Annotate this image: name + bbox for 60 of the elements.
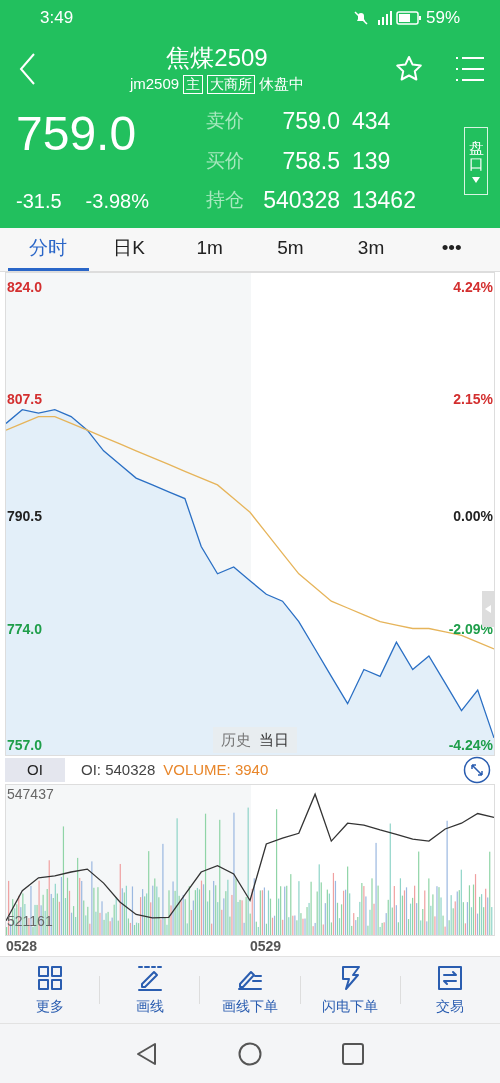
toolbar-button[interactable]: 画线 — [100, 963, 200, 1017]
quote-price: 758.5 — [281, 146, 340, 176]
toggle-option[interactable]: 当日 — [259, 728, 289, 751]
pencil-icon — [135, 963, 164, 992]
toggle-option[interactable]: 历史 — [221, 728, 251, 751]
quote-quantity: 434 — [352, 107, 391, 137]
percent-axis-label: 0.00% — [453, 506, 493, 525]
recents-nav-icon[interactable] — [342, 1042, 364, 1065]
percent-axis-label: 2.15% — [453, 390, 493, 409]
timeframe-tab[interactable]: 日K — [88, 228, 170, 271]
tag: 大商所 — [207, 74, 256, 94]
toolbar-button[interactable]: 更多 — [0, 963, 100, 1017]
price-axis-label: 774.0 — [7, 619, 43, 638]
oi-axis-label: 521161 — [7, 912, 53, 930]
battery-level: 59% — [425, 7, 460, 30]
quote-label: 买价 — [206, 148, 245, 173]
contract-code: jm2509 — [129, 73, 180, 94]
price-axis-label: 807.5 — [7, 390, 43, 409]
price-axis-label: 757.0 — [7, 735, 43, 754]
toolbar-button[interactable]: 闪电下单 — [300, 963, 400, 1017]
indicator-selector[interactable]: OI — [5, 758, 65, 782]
tag: 主 — [183, 74, 204, 94]
history-toggle[interactable]: 历史 当日 — [213, 726, 297, 753]
quote-price: 540328 — [262, 186, 340, 216]
price-axis-label: 790.5 — [7, 506, 43, 525]
price-axis-label: 824.0 — [7, 277, 43, 296]
quote-label: 卖价 — [206, 109, 245, 134]
session-status: 休盘中 — [259, 73, 305, 94]
price-change: -31.5 — [16, 189, 62, 214]
timeframe-tab[interactable]: 3m — [330, 228, 412, 271]
star-icon[interactable] — [394, 54, 424, 84]
quote-quantity: 139 — [352, 146, 391, 176]
timeframe-tab[interactable]: 1m — [169, 228, 250, 271]
bell-off-icon — [353, 11, 368, 25]
back-nav-icon[interactable] — [136, 1041, 158, 1066]
battery-icon — [395, 11, 422, 25]
oi-axis-label: 547437 — [7, 785, 54, 803]
last-price: 759.0 — [16, 106, 138, 162]
exchange-icon — [436, 963, 465, 992]
left-caret-icon — [485, 605, 491, 613]
quote-quantity: 13462 — [352, 186, 416, 216]
toolbar-button[interactable]: 画线下单 — [200, 963, 300, 1017]
percent-axis-label: -4.24% — [448, 735, 493, 754]
volume: VOLUME: 3940 — [163, 759, 269, 780]
date-label: 0529 — [250, 937, 283, 956]
date-label: 0528 — [6, 937, 39, 956]
expand-icon[interactable] — [463, 756, 491, 784]
percent-axis-label: 4.24% — [453, 277, 493, 296]
contract-title: 焦煤2509 — [166, 42, 268, 73]
quote-price: 759.0 — [281, 107, 340, 137]
timeframe-tab[interactable]: 5m — [250, 228, 331, 271]
timeframe-tab[interactable]: ••• — [411, 228, 493, 271]
quote-label: 持仓 — [206, 188, 245, 213]
status-time: 3:49 — [40, 7, 74, 30]
grid-icon — [35, 963, 64, 992]
home-nav-icon[interactable] — [238, 1041, 262, 1066]
dropdown-caret-icon — [472, 176, 480, 183]
change-percent: -3.98% — [85, 189, 149, 214]
toolbar-button[interactable]: 交易 — [400, 963, 500, 1017]
open-interest: OI: 540328 — [81, 759, 156, 780]
